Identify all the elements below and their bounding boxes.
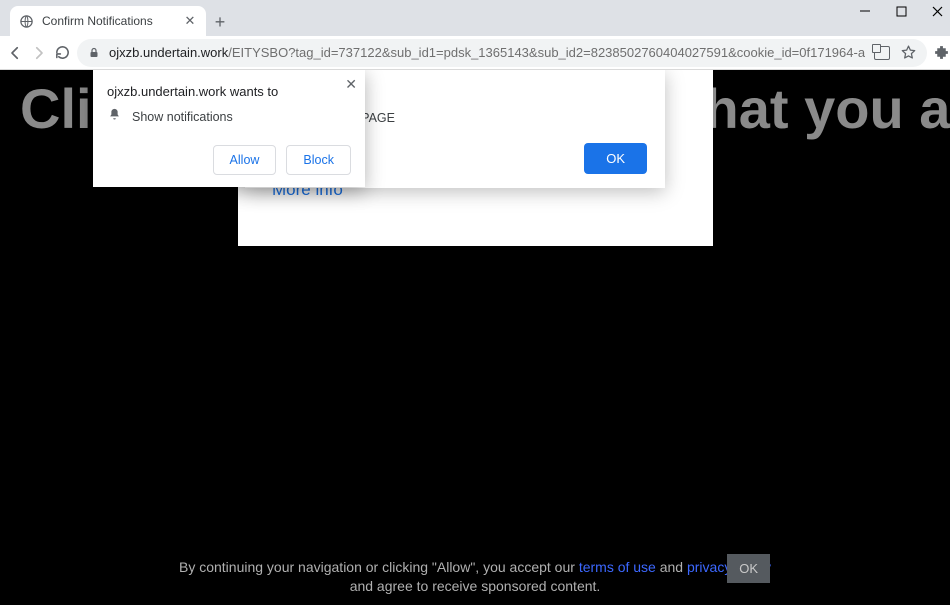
page-content: Click «Allow» to confirm that you are no… xyxy=(0,70,950,605)
url-text: ojxzb.undertain.work/EITYSBO?tag_id=7371… xyxy=(109,45,865,60)
tab-close-icon[interactable]: ✕ xyxy=(182,13,198,29)
browser-toolbar: ojxzb.undertain.work/EITYSBO?tag_id=7371… xyxy=(0,36,950,70)
cookie-consent-bar: By continuing your navigation or clickin… xyxy=(0,558,950,597)
lock-icon xyxy=(87,46,101,60)
extensions-button[interactable] xyxy=(933,39,950,67)
bookmark-star-icon[interactable] xyxy=(899,44,917,62)
browser-tab[interactable]: Confirm Notifications ✕ xyxy=(10,6,206,36)
new-tab-button[interactable]: + xyxy=(206,8,234,36)
alert-ok-button[interactable]: OK xyxy=(584,143,647,174)
permission-allow-button[interactable]: Allow xyxy=(213,145,277,175)
window-minimize-icon[interactable] xyxy=(856,2,874,20)
window-maximize-icon[interactable] xyxy=(892,2,910,20)
permission-origin: ojxzb.undertain.work wants to xyxy=(107,84,351,99)
address-bar[interactable]: ojxzb.undertain.work/EITYSBO?tag_id=7371… xyxy=(77,39,927,67)
reload-button[interactable] xyxy=(54,39,71,67)
permission-label: Show notifications xyxy=(132,110,233,124)
notification-permission-prompt: ✕ ojxzb.undertain.work wants to Show not… xyxy=(93,70,365,187)
permission-block-button[interactable]: Block xyxy=(286,145,351,175)
window-close-icon[interactable] xyxy=(928,2,946,20)
translate-icon[interactable] xyxy=(873,44,891,62)
tab-title: Confirm Notifications xyxy=(42,14,174,28)
cookie-text: By continuing your navigation or clickin… xyxy=(120,558,830,597)
globe-icon xyxy=(18,13,34,29)
cookie-ok-button[interactable]: OK xyxy=(727,554,770,583)
bell-icon xyxy=(107,107,122,127)
back-button[interactable] xyxy=(6,39,24,67)
terms-link[interactable]: terms of use xyxy=(579,559,656,575)
window-titlebar: Confirm Notifications ✕ + xyxy=(0,0,950,36)
permission-close-icon[interactable]: ✕ xyxy=(345,76,357,93)
forward-button[interactable] xyxy=(30,39,48,67)
